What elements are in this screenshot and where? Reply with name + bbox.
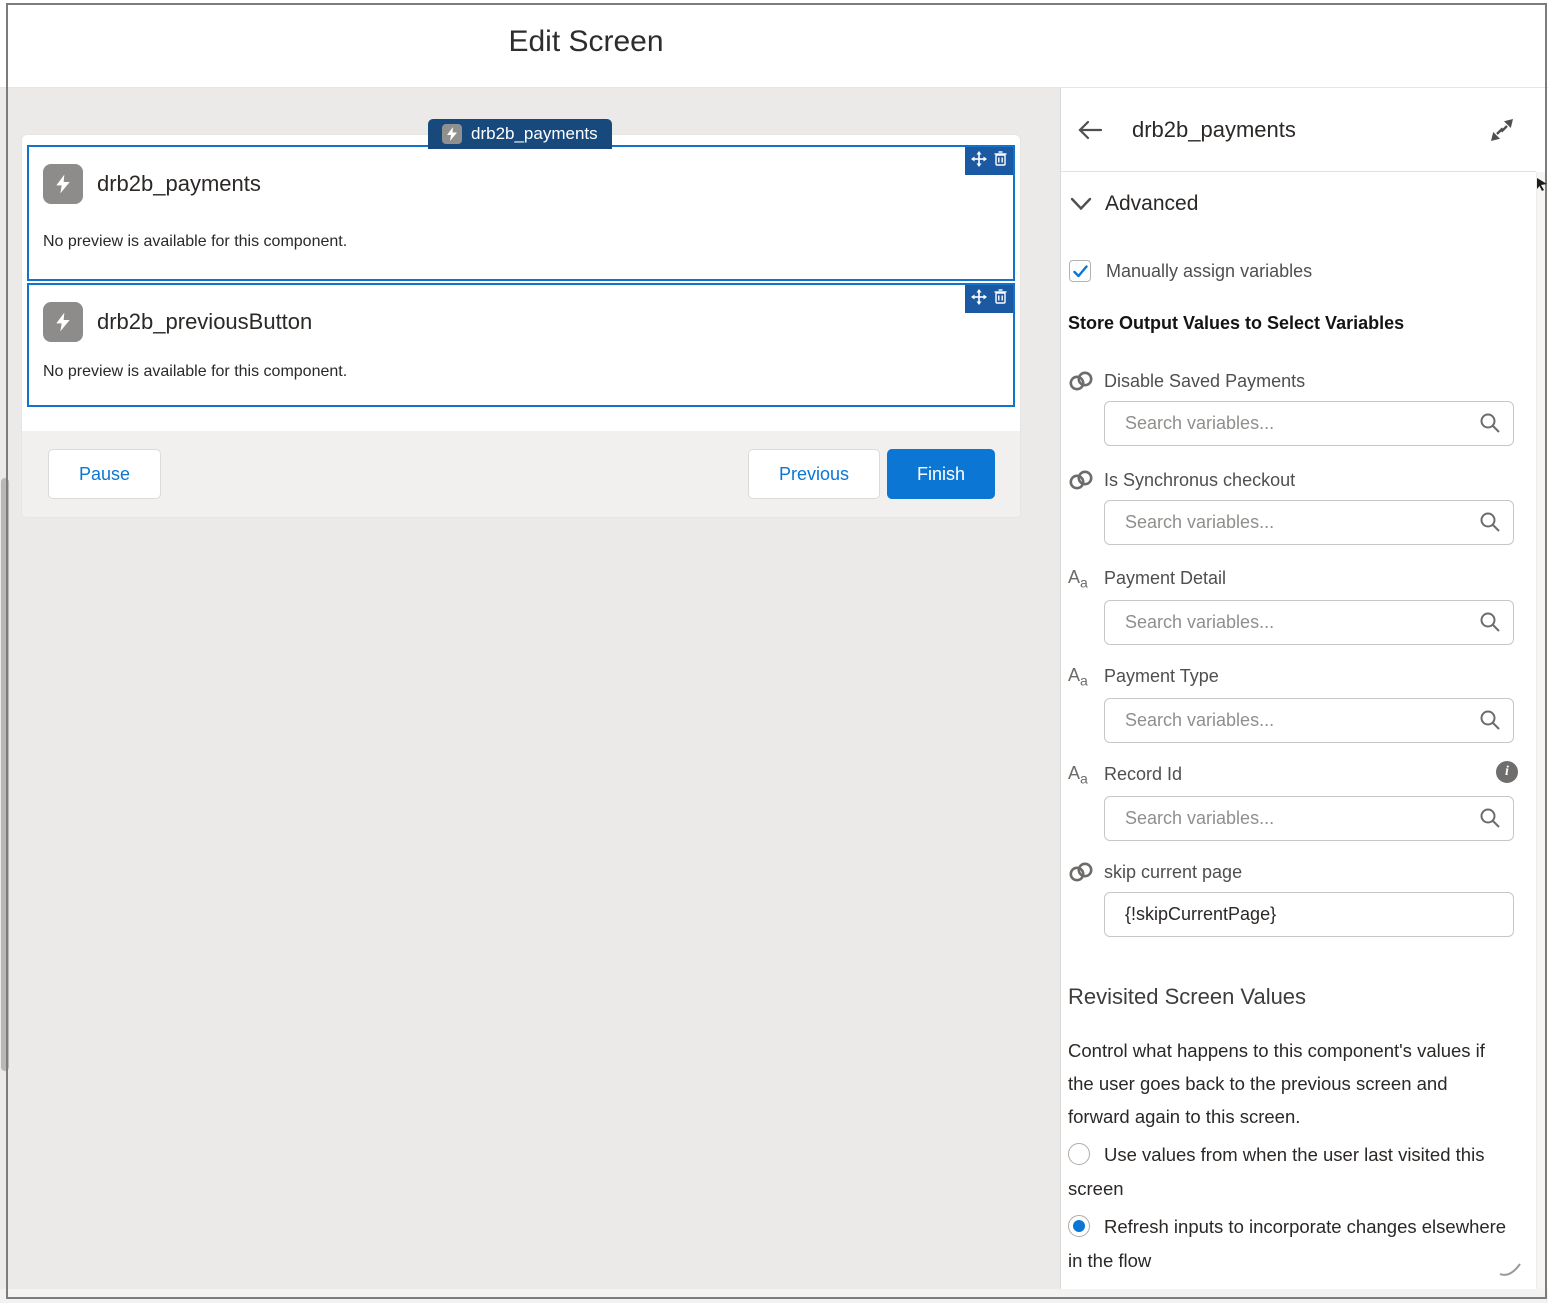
field-skip-current-page: skip current page <box>1068 861 1520 937</box>
move-icon[interactable] <box>971 289 987 310</box>
expand-icon[interactable] <box>1490 118 1514 142</box>
field-label: Is Synchronus checkout <box>1104 470 1295 491</box>
info-icon[interactable]: i <box>1496 761 1518 783</box>
text-type-icon: Aa <box>1068 665 1104 689</box>
edit-screen-dialog: Edit Screen drb2b_payments <box>0 0 1548 1303</box>
back-button[interactable] <box>1077 119 1103 141</box>
resize-corner-icon <box>1498 1258 1524 1283</box>
field-label: Disable Saved Payments <box>1104 371 1305 392</box>
move-icon[interactable] <box>971 151 987 172</box>
field-is-synchronus-checkout: Is Synchronus checkout <box>1068 469 1520 545</box>
revisited-description: Control what happens to this component's… <box>1068 1034 1500 1133</box>
field-label: skip current page <box>1104 862 1242 883</box>
screen-preview: drb2b_payments No preview is available f… <box>21 134 1021 518</box>
screen-canvas: drb2b_payments <box>0 88 1060 1289</box>
radio-button[interactable] <box>1068 1143 1090 1165</box>
boolean-type-icon <box>1068 370 1104 392</box>
component-preview-message: No preview is available for this compone… <box>43 233 347 251</box>
boolean-type-icon <box>1068 861 1104 883</box>
field-disable-saved-payments: Disable Saved Payments <box>1068 370 1520 446</box>
pause-button[interactable]: Pause <box>48 449 161 499</box>
panel-title: drb2b_payments <box>1132 117 1296 143</box>
component-actions <box>965 285 1013 313</box>
component-preview-message: No preview is available for this compone… <box>43 363 347 381</box>
skip-current-page-input[interactable] <box>1104 892 1514 937</box>
component-card-previous-button[interactable]: drb2b_previousButton No preview is avail… <box>27 283 1015 407</box>
boolean-type-icon <box>1068 469 1104 491</box>
finish-button[interactable]: Finish <box>887 449 995 499</box>
search-variables-input[interactable] <box>1104 401 1514 446</box>
store-output-heading: Store Output Values to Select Variables <box>1068 313 1404 334</box>
manually-assign-row: Manually assign variables <box>1069 260 1312 282</box>
chevron-down-icon <box>1070 197 1092 211</box>
radio-label: Refresh inputs to incorporate changes el… <box>1068 1216 1506 1271</box>
advanced-section-toggle[interactable]: Advanced <box>1070 192 1198 216</box>
screen-footer: Pause Previous Finish <box>22 431 1020 517</box>
advanced-section-label: Advanced <box>1105 192 1198 216</box>
field-label: Payment Detail <box>1104 568 1226 589</box>
scrollbar-thumb[interactable] <box>1 478 9 1071</box>
manually-assign-label: Manually assign variables <box>1106 261 1312 282</box>
text-type-icon: Aa <box>1068 567 1104 591</box>
field-label: Payment Type <box>1104 666 1219 687</box>
radio-use-last-values[interactable]: Use values from when the user last visit… <box>1068 1138 1520 1206</box>
search-variables-input[interactable] <box>1104 698 1514 743</box>
dialog-bottom-edge <box>0 1289 1548 1303</box>
previous-button[interactable]: Previous <box>748 449 880 499</box>
dialog-titlebar: Edit Screen <box>0 0 1548 88</box>
lightning-icon <box>43 164 83 204</box>
search-variables-input[interactable] <box>1104 796 1514 841</box>
manually-assign-checkbox[interactable] <box>1069 260 1091 282</box>
component-card-payments[interactable]: drb2b_payments No preview is available f… <box>27 145 1015 281</box>
component-title: drb2b_payments <box>97 171 261 197</box>
panel-scrollbar[interactable] <box>1536 172 1546 1289</box>
field-record-id: Aa Record Id i <box>1068 763 1520 841</box>
text-type-icon: Aa <box>1068 763 1104 787</box>
lightning-icon <box>43 302 83 342</box>
panel-header: drb2b_payments <box>1061 88 1536 172</box>
lightning-icon <box>442 124 462 144</box>
field-payment-type: Aa Payment Type <box>1068 665 1520 743</box>
field-label: Record Id <box>1104 764 1182 785</box>
component-title: drb2b_previousButton <box>97 309 312 335</box>
screen-tab-label: drb2b_payments <box>471 124 598 144</box>
screen-tab[interactable]: drb2b_payments <box>428 119 612 149</box>
search-variables-input[interactable] <box>1104 500 1514 545</box>
component-actions <box>965 147 1013 175</box>
properties-panel: drb2b_payments Advanced Manually assign … <box>1060 88 1536 1289</box>
search-variables-input[interactable] <box>1104 600 1514 645</box>
dialog-title: Edit Screen <box>6 25 1166 59</box>
field-payment-detail: Aa Payment Detail <box>1068 567 1520 645</box>
check-icon <box>1073 265 1088 278</box>
panel-body: Advanced Manually assign variables Store… <box>1061 172 1536 1289</box>
cursor-arrow-icon <box>1537 177 1548 196</box>
radio-refresh-inputs[interactable]: Refresh inputs to incorporate changes el… <box>1068 1210 1520 1278</box>
radio-button[interactable] <box>1068 1215 1090 1237</box>
revisited-screen-values-heading: Revisited Screen Values <box>1068 984 1306 1010</box>
delete-icon[interactable] <box>994 151 1007 171</box>
radio-label: Use values from when the user last visit… <box>1068 1144 1484 1199</box>
delete-icon[interactable] <box>994 289 1007 309</box>
